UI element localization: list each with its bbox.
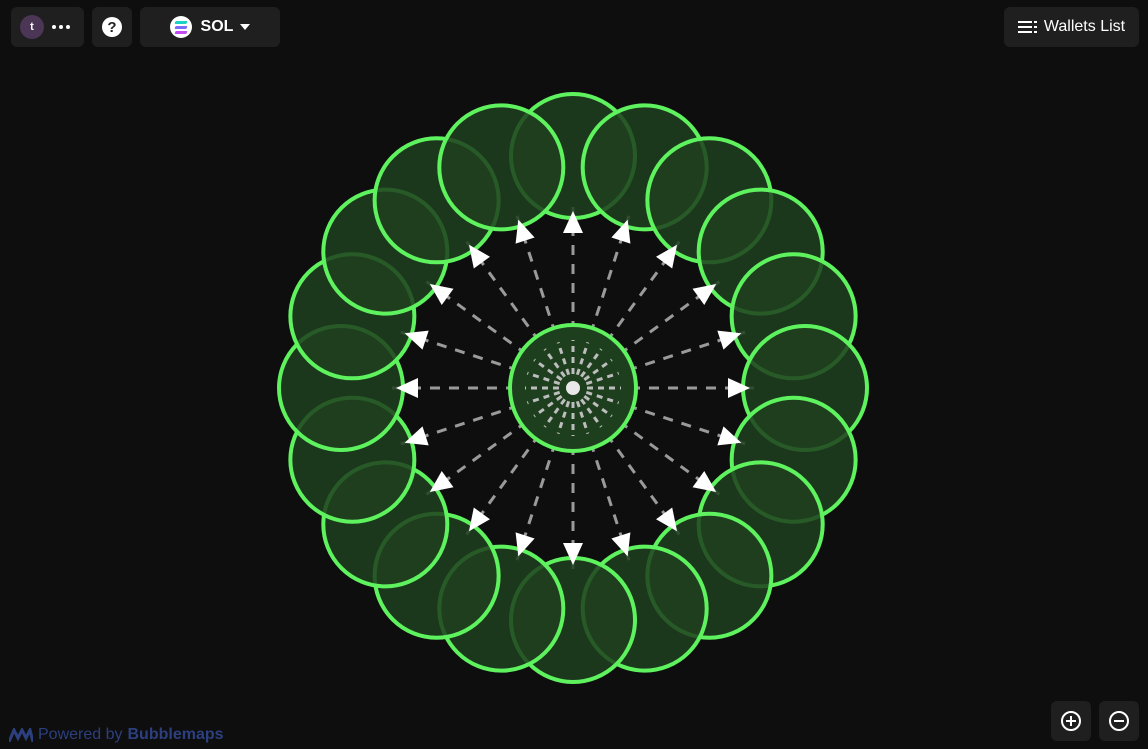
- powered-by-text: Powered by: [38, 726, 123, 743]
- brand-name: Bubblemaps: [127, 726, 224, 743]
- wallets-list-button[interactable]: Wallets List: [1004, 7, 1139, 47]
- help-button[interactable]: ?: [92, 7, 132, 47]
- arrow-icon: [429, 471, 454, 493]
- arrow-icon: [468, 244, 490, 269]
- zoom-in-button[interactable]: [1051, 701, 1091, 741]
- arrow-icon: [656, 244, 678, 269]
- more-dots-icon: [52, 25, 70, 29]
- center-dot: [566, 381, 580, 395]
- bubble-graph[interactable]: [0, 0, 1148, 749]
- help-icon: ?: [102, 17, 122, 37]
- wallets-list-label: Wallets List: [1043, 18, 1126, 35]
- wallet-bubble[interactable]: [437, 103, 566, 232]
- solana-logo-icon: [169, 16, 192, 38]
- zoom-out-icon: [1109, 711, 1129, 731]
- chain-label: SOL: [200, 18, 234, 35]
- avatar: t: [20, 15, 44, 39]
- arrow-icon: [429, 283, 454, 305]
- center-node-layer: [508, 323, 638, 453]
- list-icon: [1017, 21, 1038, 33]
- powered-by-link[interactable]: Powered by Bubblemaps: [9, 726, 224, 744]
- arrow-icon: [692, 283, 717, 305]
- zoom-out-button[interactable]: [1099, 701, 1139, 741]
- arrow-icon: [656, 507, 678, 532]
- arrow-icon: [692, 471, 717, 493]
- account-menu-button[interactable]: t: [11, 7, 84, 47]
- zoom-in-icon: [1061, 711, 1081, 731]
- arrow-icon: [468, 507, 490, 532]
- bubblemaps-logo-icon: [9, 728, 33, 742]
- chain-select[interactable]: SOL: [140, 7, 280, 47]
- caret-down-icon: [240, 24, 251, 30]
